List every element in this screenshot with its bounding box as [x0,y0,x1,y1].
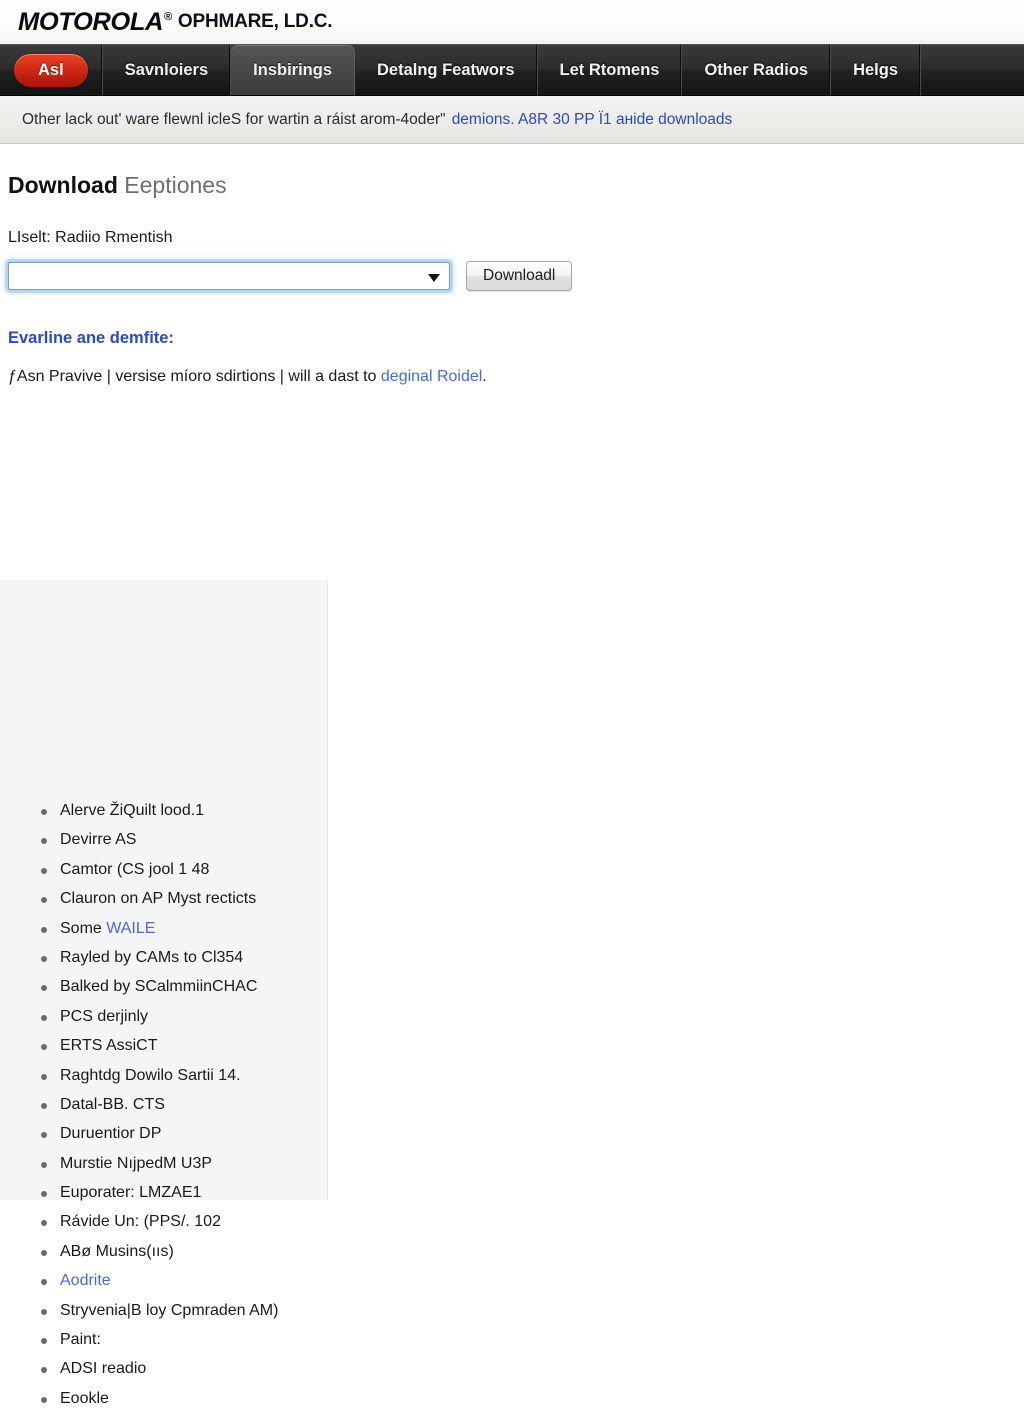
list-item: Balked by SCalmmiinCHAC [8,972,1024,1001]
list-item: Murstie NıјpedM U3P [8,1149,1024,1178]
nav-label: Detalng Featwors [377,60,515,79]
list-item: Rávide Un: (PPS/. 102 [8,1207,1024,1236]
nav-label: Helgs [853,60,899,79]
section-heading: Evarline ane demfite: [8,329,174,347]
nav-item-other-radios[interactable]: Other Radios [682,45,832,95]
select-field-label: LIselt: Radiio Rmentish [8,229,173,246]
download-picker-row: Downloadl [8,261,1024,291]
page-title-rest: Eeptiones [124,172,227,198]
list-item-label: ADSI readio [60,1360,147,1378]
list-item-label: Devirre AS [60,831,137,849]
notice-text: Other lack out' ware flewnl icleS for wa… [22,110,446,128]
list-item-label: Camtor (CS jool 1 48 [60,860,210,878]
description-suffix: . [482,368,487,385]
radio-model-select[interactable] [8,262,450,290]
logo-wordmark: MOTOROLA [18,7,164,36]
list-item: Rayled by CAMs to Cl354 [8,943,1024,972]
list-item: Paint: [8,1325,1024,1354]
page-title: Download Eeptiones [8,172,1024,199]
nav-filler [921,45,1024,95]
list-item-label: Stryvenia|B loy Cpmraden AM) [60,1301,279,1319]
list-item-label: Raghtdg Dowilo Sartii 14. [60,1066,241,1084]
list-item: Stryvenia|B loy Cpmraden AM) [8,1296,1024,1325]
list-item-link[interactable]: WAILE [106,920,155,937]
section-description: ƒAsn Pravive | versise míoro sdirtions |… [8,368,1024,386]
list-item: Clauron on AP Myst recticts [8,884,1024,913]
feature-list: Alerve ŽiQuilt lood.1 Devirre AS Camtor (C… [8,796,1024,1413]
list-item[interactable]: Aodrite [8,1266,1024,1295]
list-item-label: Paint: [60,1331,101,1349]
notice-banner: Other lack out' ware flewnl icleS for wa… [0,96,1024,144]
download-button[interactable]: Downloadl [466,261,573,291]
list-item-label: Alerve ŽiQuilt lood.1 [60,802,205,819]
nav-item-let-rtomens[interactable]: Let Rtomens [538,45,683,95]
nav-label: Let Rtomens [559,60,660,79]
list-item: Devirre AS [8,825,1024,854]
nav-item-savnloiers[interactable]: Savnloiers [103,45,232,95]
list-item-label: Balked by SCalmmiinCHAC [60,978,258,996]
description-prefix: ƒAsn Pravive | versise míoro sdirtions |… [8,368,381,385]
list-item-label: ERTS AssiCT [60,1037,158,1055]
chevron-down-icon [428,274,440,282]
description-link[interactable]: deginal Roidel [381,368,482,385]
main-navigation: Asl Savnloiers Insbirings Detalng Featwo… [0,44,1024,96]
list-item: Eookle [8,1384,1024,1413]
list-item: Datal-BB. CTS [8,1090,1024,1119]
nav-label: Insbirings [253,60,332,79]
registered-trademark-icon: ® [164,11,172,24]
list-item-label: Euporater: LMZAE1 [60,1184,202,1202]
nav-item-helgs[interactable]: Helgs [831,45,922,95]
list-item-label: Datal-BB. CTS [60,1095,165,1113]
nav-item-detalng-featwors[interactable]: Detalng Featwors [355,45,538,95]
list-item: Raghtdg Dowilo Sartii 14. [8,1061,1024,1090]
list-item: ADSI readio [8,1354,1024,1383]
notice-link[interactable]: demions. A8R 30 PP Ï1 aнide downloads [452,111,733,129]
list-item-label: Aodrite [60,1272,111,1290]
list-item: PCS derjinly [8,1002,1024,1031]
list-item-label: PCS derjinly [60,1007,149,1025]
list-item: Camtor (CS jool 1 48 [8,855,1024,884]
list-item-label: Rávide Un: (PPS/. 102 [60,1213,221,1231]
list-item: ERTS AssiCT [8,1031,1024,1060]
list-item: ABø Musins(ııs) [8,1237,1024,1266]
nav-item-insbirings[interactable]: Insbirings [231,45,355,95]
list-item-label: Rayled by CAMs to Cl354 [60,948,244,966]
main-content: Download Eeptiones LIselt: Radiio Rmenti… [0,172,1024,1407]
nav-pill-label: Asl [14,53,88,87]
list-item: Alerve ŽiQuilt lood.1 [8,796,1024,825]
nav-item-asl[interactable]: Asl [0,45,103,95]
list-item-label: Murstie NıјpedM U3P [60,1154,213,1172]
brand-subtitle: OPHMARE, LD.C. [177,11,333,32]
nav-label: Savnloiers [124,60,209,79]
page-title-strong: Download [8,172,118,198]
list-item-label: Duruentior DP [60,1125,162,1143]
nav-label: Other Radios [704,60,809,79]
list-item-label: ABø Musins(ııs) [60,1242,174,1260]
list-item: Duruentior DP [8,1119,1024,1148]
list-item: Euporater: LMZAE1 [8,1178,1024,1207]
list-item: Some WAILE [8,914,1024,943]
list-item-label: Clauron on AP Myst recticts [60,890,257,908]
motorola-logo: MOTOROLA® [18,8,172,37]
list-item-label: Some [60,919,107,937]
brand-header: MOTOROLA® OPHMARE, LD.C. [0,0,1024,44]
list-item-label: Eookle [60,1389,109,1407]
